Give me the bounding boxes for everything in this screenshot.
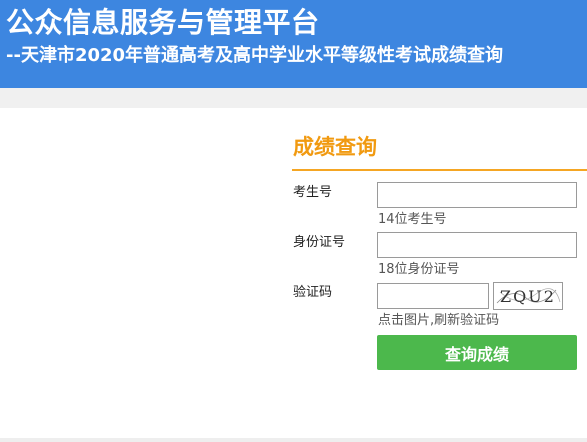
heading-divider (292, 169, 587, 171)
captcha-image[interactable]: ZQU2 (493, 282, 563, 310)
exam-number-input[interactable] (377, 182, 577, 208)
exam-number-hint: 14位考生号 (378, 212, 447, 227)
header-divider-strip (0, 88, 587, 108)
id-number-hint: 18位身份证号 (378, 262, 460, 277)
score-query-form: 成绩查询 考生号 14位考生号 身份证号 18位身份证号 验证码 ZQU2 点击… (292, 108, 587, 438)
captcha-text: ZQU2 (500, 287, 556, 306)
query-score-button[interactable]: 查询成绩 (377, 335, 577, 370)
platform-title: 公众信息服务与管理平台 (6, 6, 320, 39)
captcha-graphic: ZQU2 (496, 287, 561, 306)
footer-divider (0, 438, 587, 442)
header-banner: 公众信息服务与管理平台 --天津市2020年普通高考及高中学业水平等级性考试成绩… (0, 0, 587, 88)
page-subtitle: --天津市2020年普通高考及高中学业水平等级性考试成绩查询 (6, 45, 504, 66)
captcha-input[interactable] (377, 283, 489, 309)
id-number-label: 身份证号 (293, 235, 346, 250)
captcha-label: 验证码 (293, 285, 333, 300)
id-number-input[interactable] (377, 232, 577, 258)
exam-number-label: 考生号 (293, 185, 333, 200)
captcha-hint: 点击图片,刷新验证码 (378, 313, 500, 328)
form-heading: 成绩查询 (293, 135, 377, 159)
